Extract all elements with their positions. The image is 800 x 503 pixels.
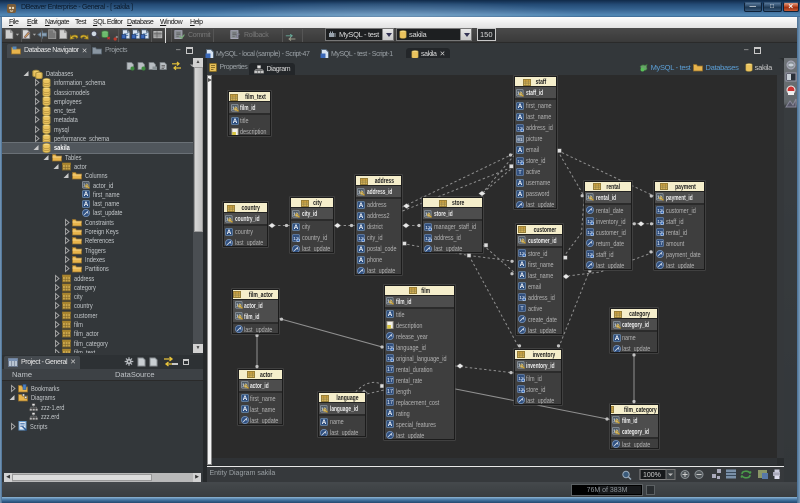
svg-text:A: A: [520, 261, 525, 268]
svg-text:A: A: [518, 180, 523, 187]
svg-text:01: 01: [517, 136, 523, 142]
svg-text:A: A: [322, 419, 327, 426]
svg-text:A: A: [359, 202, 364, 209]
svg-text:A: A: [614, 335, 619, 342]
svg-text:A: A: [359, 213, 364, 220]
svg-text:A: A: [518, 103, 523, 110]
svg-text:A: A: [242, 395, 247, 402]
svg-text:A: A: [232, 118, 237, 125]
svg-text:17: 17: [657, 241, 663, 247]
svg-text:T: T: [518, 170, 522, 176]
svg-text:A: A: [518, 114, 523, 121]
svg-text:A: A: [520, 272, 525, 279]
svg-text:17: 17: [387, 378, 393, 384]
svg-text:A: A: [359, 246, 364, 253]
svg-text:A: A: [227, 229, 232, 236]
svg-text:17: 17: [387, 389, 393, 395]
svg-text:A: A: [518, 147, 523, 154]
svg-text:A: A: [359, 224, 364, 231]
svg-text:100%: 100%: [643, 472, 661, 479]
svg-text:A: A: [242, 406, 247, 413]
svg-text:A: A: [388, 311, 393, 318]
svg-text:A: A: [518, 191, 523, 198]
svg-text:A: A: [520, 283, 525, 290]
svg-text:A: A: [388, 421, 393, 428]
svg-text:A: A: [388, 410, 393, 417]
svg-text:A: A: [359, 257, 364, 264]
svg-text:T: T: [520, 306, 524, 312]
svg-text:A: A: [294, 224, 299, 231]
svg-text:17: 17: [387, 367, 393, 373]
svg-text:17: 17: [387, 400, 393, 406]
svg-text:A: A: [84, 201, 89, 208]
svg-text:A: A: [84, 192, 89, 199]
